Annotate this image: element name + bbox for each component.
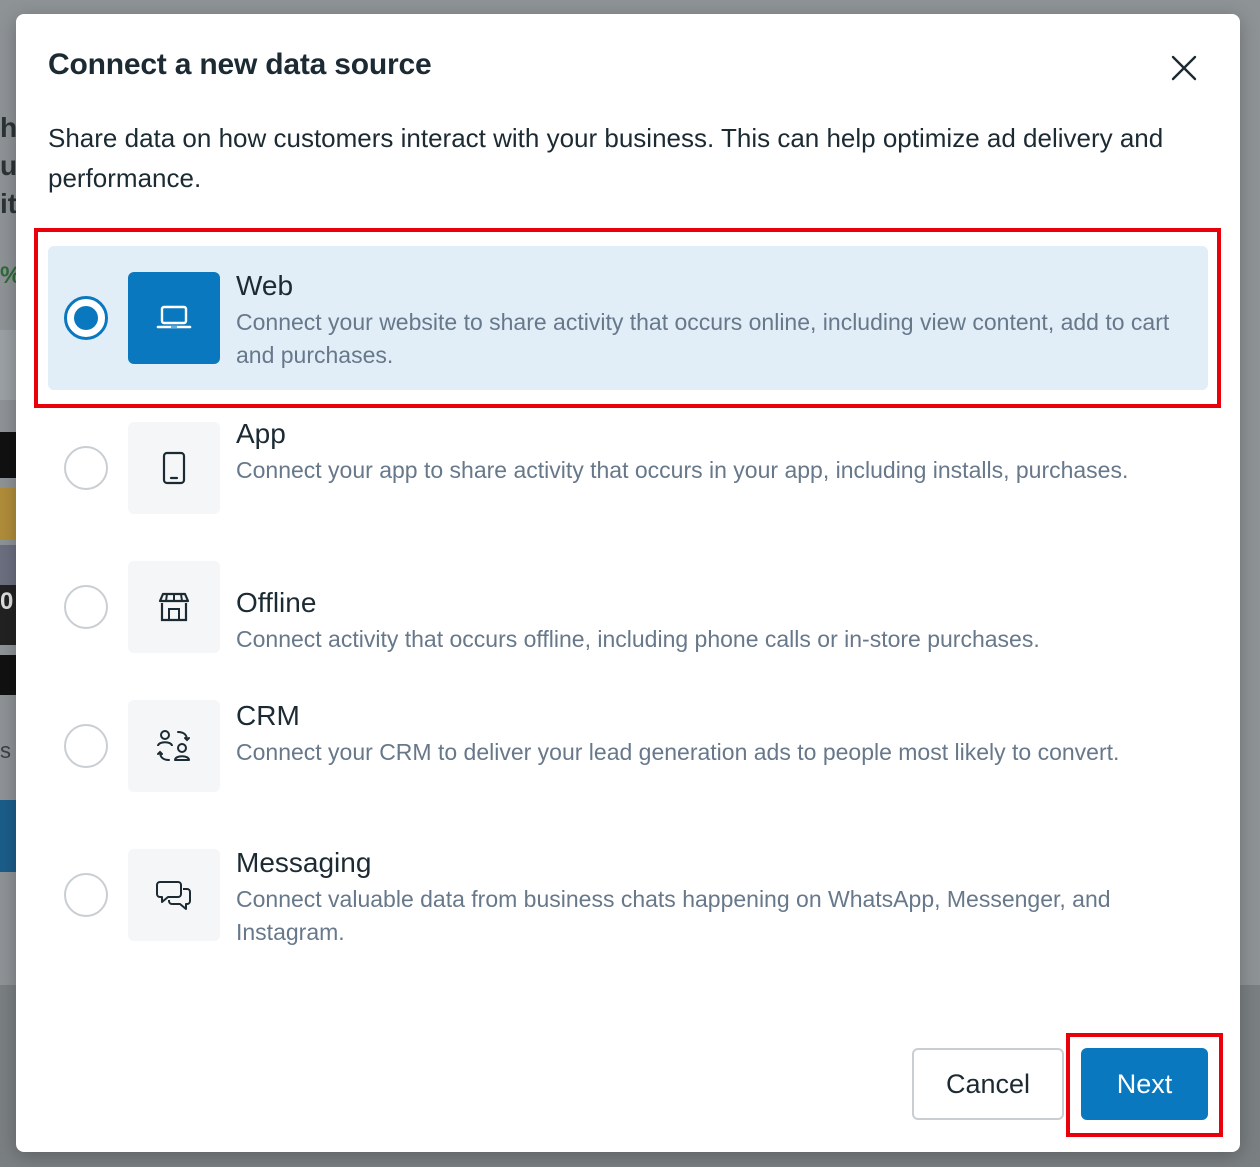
background-text: 0	[0, 588, 14, 615]
option-app-tile	[128, 422, 220, 514]
radio-app[interactable]	[64, 446, 108, 490]
close-button[interactable]	[1164, 48, 1204, 88]
close-icon	[1171, 55, 1197, 81]
option-web-tile	[128, 272, 220, 364]
phone-icon	[162, 451, 186, 485]
background-image	[0, 545, 16, 585]
option-web[interactable]: Web Connect your website to share activi…	[48, 246, 1208, 390]
background-panel	[0, 655, 16, 695]
option-crm-description: Connect your CRM to deliver your lead ge…	[236, 739, 1120, 765]
option-crm-tile	[128, 700, 220, 792]
option-offline-title: Offline	[236, 587, 317, 618]
radio-web[interactable]	[64, 296, 108, 340]
background-image	[0, 488, 16, 540]
option-app[interactable]: App Connect your app to share activity t…	[48, 412, 1208, 522]
dialog-description: Share data on how customers interact wit…	[48, 123, 1164, 193]
background-text: it	[0, 188, 16, 219]
option-app-title: App	[236, 418, 286, 449]
store-icon	[158, 592, 190, 622]
option-offline[interactable]: Offline Connect activity that occurs off…	[48, 551, 1208, 661]
option-messaging-tile	[128, 849, 220, 941]
people-sync-icon	[157, 730, 190, 761]
option-messaging-description: Connect valuable data from business chat…	[236, 886, 1111, 945]
background-panel	[0, 432, 16, 478]
option-crm-title: CRM	[236, 700, 300, 731]
connect-data-source-dialog: Connect a new data source Share data on …	[16, 14, 1240, 1152]
option-crm[interactable]: CRM Connect your CRM to deliver your lea…	[48, 690, 1208, 800]
option-web-title: Web	[236, 270, 294, 301]
background-text: ur	[0, 150, 16, 181]
laptop-icon	[156, 305, 192, 329]
background-panel	[0, 330, 16, 400]
option-app-description: Connect your app to share activity that …	[236, 457, 1129, 483]
background-text: hi	[0, 112, 16, 143]
option-messaging-title: Messaging	[236, 847, 372, 878]
radio-offline[interactable]	[64, 585, 108, 629]
option-offline-tile	[128, 561, 220, 653]
radio-messaging[interactable]	[64, 873, 108, 917]
option-messaging[interactable]: Messaging Connect valuable data from bus…	[48, 839, 1208, 949]
option-web-description: Connect your website to share activity t…	[236, 309, 1170, 368]
background-button	[0, 800, 16, 872]
radio-crm[interactable]	[64, 724, 108, 768]
background-text: %	[0, 262, 16, 290]
option-offline-description: Connect activity that occurs offline, in…	[236, 626, 1040, 652]
background-text: s	[0, 738, 11, 763]
dialog-title: Connect a new data source	[48, 48, 432, 81]
chat-bubbles-icon	[156, 881, 191, 910]
cancel-button[interactable]: Cancel	[912, 1048, 1064, 1120]
next-button[interactable]: Next	[1081, 1048, 1208, 1120]
